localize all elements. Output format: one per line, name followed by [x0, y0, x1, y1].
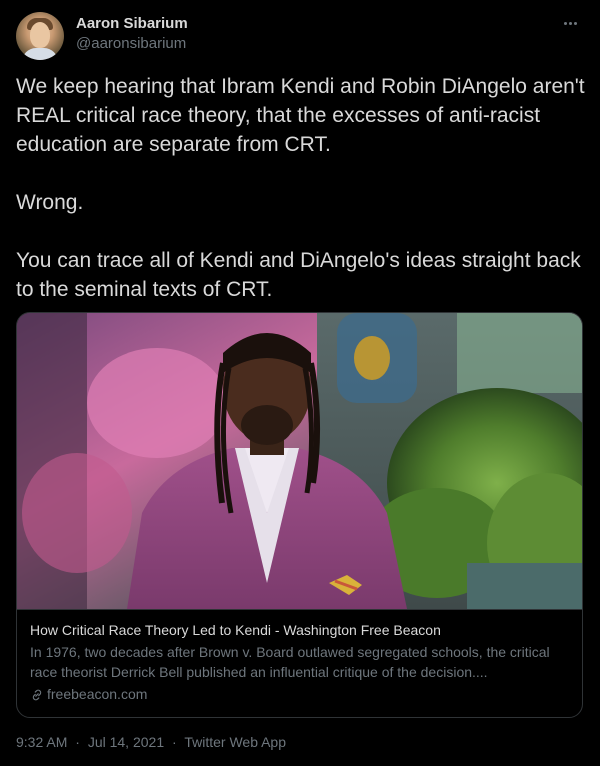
more-horizontal-icon[interactable] — [560, 13, 580, 33]
tweet-source[interactable]: Twitter Web App — [184, 734, 286, 750]
more-dot — [568, 21, 572, 25]
tweet-date[interactable]: Jul 14, 2021 — [88, 734, 164, 750]
article-photo — [17, 313, 582, 609]
link-card-meta: How Critical Race Theory Led to Kendi - … — [17, 609, 582, 717]
link-icon — [32, 689, 42, 700]
tweet-paragraph: We keep hearing that Ibram Kendi and Rob… — [16, 75, 585, 156]
tweet-header: Aaron Sibarium @aaronsibarium — [16, 11, 584, 61]
footer-separator: · — [75, 734, 80, 750]
author-handle[interactable]: @aaronsibarium — [76, 34, 188, 54]
tweet[interactable]: Aaron Sibarium @aaronsibarium We keep he… — [0, 0, 600, 766]
avatar-shirt — [22, 48, 58, 60]
tweet-paragraph: You can trace all of Kendi and DiAngelo'… — [16, 249, 581, 301]
tweet-footer: 9:32 AM · Jul 14, 2021 · Twitter Web App — [16, 732, 286, 752]
more-dot — [563, 21, 567, 25]
link-card-domain: freebeacon.com — [30, 685, 569, 704]
author-display-name[interactable]: Aaron Sibarium — [76, 14, 188, 34]
tweet-text: We keep hearing that Ibram Kendi and Rob… — [16, 72, 586, 304]
tweet-paragraph: Wrong. — [16, 191, 84, 214]
link-card-domain-text: freebeacon.com — [47, 686, 148, 702]
link-card[interactable]: How Critical Race Theory Led to Kendi - … — [16, 312, 583, 718]
author-names: Aaron Sibarium @aaronsibarium — [76, 14, 188, 54]
link-card-description: In 1976, two decades after Brown v. Boar… — [30, 644, 550, 680]
avatar-face — [30, 22, 50, 48]
tweet-time[interactable]: 9:32 AM — [16, 734, 67, 750]
footer-separator: · — [172, 734, 177, 750]
link-card-title[interactable]: How Critical Race Theory Led to Kendi - … — [30, 621, 569, 640]
link-card-image[interactable] — [17, 313, 582, 609]
more-dot — [573, 21, 577, 25]
author-avatar[interactable] — [16, 12, 64, 60]
